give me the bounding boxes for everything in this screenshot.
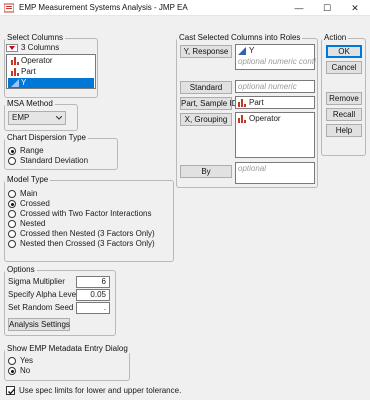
- cancel-button[interactable]: Cancel: [326, 61, 362, 74]
- continuous-column-icon: [11, 79, 19, 87]
- role-value-label: Operator: [249, 114, 281, 123]
- checkmark-icon: [8, 388, 15, 395]
- radio-unselected[interactable]: [8, 210, 16, 218]
- radio-label: Standard Deviation: [20, 156, 89, 165]
- column-list[interactable]: Operator Part Y: [6, 54, 96, 89]
- action-title: Action: [322, 33, 349, 42]
- role-value-label: Part: [249, 98, 264, 107]
- column-count-label: 3 Columns: [21, 43, 60, 52]
- part-sample-id-field[interactable]: Part: [235, 96, 315, 109]
- options-title: Options: [5, 265, 37, 274]
- radio-unselected[interactable]: [8, 240, 16, 248]
- spec-limits-checkbox[interactable]: [6, 386, 15, 395]
- cast-roles-title: Cast Selected Columns into Roles: [177, 33, 303, 42]
- select-columns-title: Select Columns: [5, 33, 66, 42]
- list-item[interactable]: Part: [8, 67, 94, 77]
- radio-selected[interactable]: [8, 367, 16, 375]
- sigma-multiplier-label: Sigma Multiplier: [8, 277, 65, 286]
- nominal-column-icon: [11, 57, 19, 65]
- radio-label: Range: [20, 146, 44, 155]
- msa-method-value: EMP: [12, 113, 30, 122]
- remove-button[interactable]: Remove: [326, 92, 362, 105]
- radio-selected[interactable]: [8, 147, 16, 155]
- nominal-column-icon: [238, 115, 246, 123]
- radio-label: Yes: [20, 356, 34, 365]
- radio-unselected[interactable]: [8, 230, 16, 238]
- sigma-multiplier-field[interactable]: 6: [76, 276, 110, 288]
- by-field[interactable]: optional: [235, 162, 315, 184]
- continuous-column-icon: [238, 47, 246, 55]
- maximize-button[interactable]: ☐: [313, 0, 341, 16]
- role-value: Operator: [238, 114, 281, 123]
- chevron-down-icon: [56, 116, 62, 120]
- random-seed-field[interactable]: .: [76, 302, 110, 314]
- spec-limits-label: Use spec limits for lower and upper tole…: [19, 386, 182, 395]
- radio-label: Nested: [20, 219, 46, 228]
- radio-unselected[interactable]: [8, 220, 16, 228]
- radio-selected[interactable]: [8, 200, 16, 208]
- msa-method-dropdown[interactable]: EMP: [8, 111, 66, 125]
- chart-dispersion-title: Chart Dispersion Type: [5, 133, 88, 142]
- jmp-app-icon: [4, 3, 14, 13]
- radio-unselected[interactable]: [8, 357, 16, 365]
- analysis-settings-button[interactable]: Analysis Settings: [8, 318, 70, 331]
- metadata-dialog-title: Show EMP Metadata Entry Dialog: [5, 344, 130, 353]
- x-grouping-button[interactable]: X, Grouping: [180, 113, 232, 126]
- standard-field[interactable]: optional numeric: [235, 80, 315, 93]
- list-item[interactable]: Operator: [8, 56, 94, 66]
- recall-button[interactable]: Recall: [326, 108, 362, 121]
- role-placeholder: optional numeric: [238, 82, 297, 91]
- list-item[interactable]: Y: [8, 78, 94, 88]
- role-value: Y: [238, 46, 255, 55]
- radio-label: Nested then Crossed (3 Factors Only): [20, 239, 155, 248]
- random-seed-label: Set Random Seed: [8, 303, 74, 312]
- radio-label: Crossed with Two Factor Interactions: [20, 209, 152, 218]
- list-item-label: Part: [21, 67, 36, 76]
- list-item-label: Operator: [21, 56, 53, 65]
- ok-button[interactable]: OK: [326, 45, 362, 58]
- nominal-column-icon: [238, 99, 246, 107]
- role-value-label: Y: [249, 46, 255, 55]
- y-response-button[interactable]: Y, Response: [180, 45, 232, 58]
- radio-label: Crossed: [20, 199, 50, 208]
- role-placeholder: optional numeric conti: [238, 57, 316, 66]
- alpha-level-field[interactable]: 0.05: [76, 289, 110, 301]
- help-button[interactable]: Help: [326, 124, 362, 137]
- red-triangle-icon: [9, 46, 15, 50]
- radio-unselected[interactable]: [8, 190, 16, 198]
- y-response-field[interactable]: Y optional numeric conti: [235, 44, 316, 70]
- role-placeholder: optional: [238, 164, 267, 173]
- radio-label: No: [20, 366, 31, 375]
- x-grouping-field[interactable]: Operator: [235, 112, 315, 158]
- close-button[interactable]: ✕: [341, 0, 369, 16]
- window-title: EMP Measurement Systems Analysis - JMP E…: [19, 3, 188, 12]
- nominal-column-icon: [11, 68, 19, 76]
- part-sample-id-button[interactable]: Part, Sample ID: [180, 97, 237, 110]
- role-value: Part: [238, 98, 264, 107]
- title-bar: EMP Measurement Systems Analysis - JMP E…: [0, 0, 370, 16]
- minimize-button[interactable]: —: [285, 0, 313, 16]
- model-type-title: Model Type: [5, 175, 51, 184]
- by-button[interactable]: By: [180, 165, 232, 178]
- dialog-body: Select Columns 3 Columns Operator Part Y…: [0, 16, 370, 400]
- column-filter-toggle[interactable]: [6, 44, 18, 52]
- list-item-label: Y: [21, 78, 27, 87]
- radio-label: Main: [20, 189, 38, 198]
- alpha-level-label: Specify Alpha Level: [8, 290, 78, 299]
- radio-unselected[interactable]: [8, 157, 16, 165]
- standard-button[interactable]: Standard: [180, 81, 232, 94]
- msa-method-title: MSA Method: [5, 99, 55, 108]
- radio-label: Crossed then Nested (3 Factors Only): [20, 229, 155, 238]
